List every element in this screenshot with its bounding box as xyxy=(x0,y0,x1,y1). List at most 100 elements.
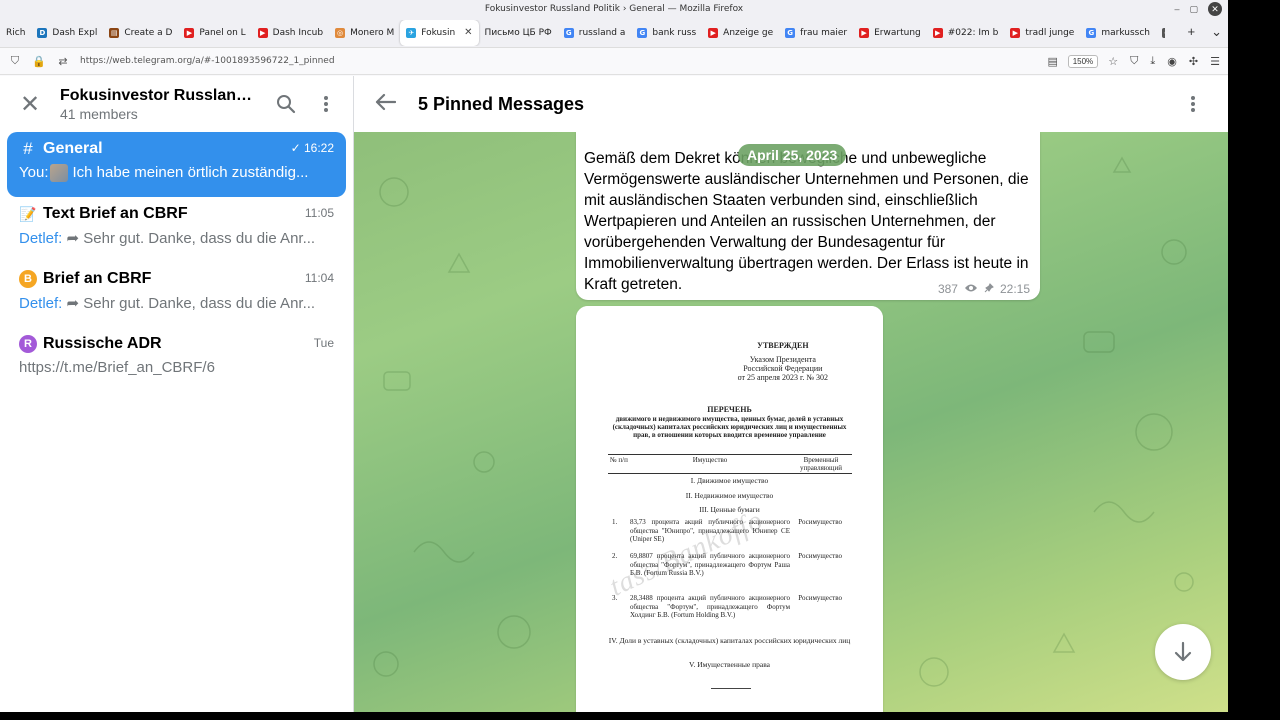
browser-tab[interactable]: ◎ Monero M xyxy=(329,20,400,46)
tab-label: Monero M xyxy=(350,27,395,38)
menu-icon[interactable]: ☰ xyxy=(1210,55,1220,68)
tab-label: bank russ xyxy=(652,27,697,38)
view-count: 387 xyxy=(937,282,958,296)
scroll-down-button[interactable] xyxy=(1155,624,1211,680)
preview-text: Sehr gut. Danke, dass du die Anr... xyxy=(83,230,316,247)
account-icon[interactable]: ◉ xyxy=(1167,55,1177,68)
browser-tab[interactable]: ▶ Panel on L xyxy=(178,20,251,46)
search-icon[interactable] xyxy=(271,89,301,119)
browser-tab[interactable]: Rich xyxy=(0,20,31,46)
browser-tab[interactable]: ▶ Anzeige ge xyxy=(702,20,779,46)
topic-time-value: 11:04 xyxy=(304,271,334,285)
browser-tab[interactable]: Grussland a xyxy=(558,20,632,46)
approved-line: от 25 апреля 2023 г. № 302 xyxy=(737,373,828,382)
tab-favicon-icon: G xyxy=(637,27,648,38)
topic-title-row: # General xyxy=(19,139,334,158)
property-table: № п/п Имущество Временный управляющий xyxy=(608,454,852,474)
topic-icon: 📝 xyxy=(19,205,37,222)
browser-tab[interactable]: ▤ Create a D xyxy=(103,20,178,46)
lock-icon[interactable]: 🔒 xyxy=(32,55,46,68)
window-close-icon[interactable]: ✕ xyxy=(1208,2,1222,16)
approved-block: УТВЕРЖДЕН Указом Президента Российской Ф… xyxy=(738,341,828,382)
zoom-level[interactable]: 150% xyxy=(1067,54,1099,68)
browser-tab[interactable]: ▶ Dash Incub xyxy=(252,20,329,46)
topic-time-value: 11:05 xyxy=(304,206,334,220)
more-vertical-icon[interactable] xyxy=(311,89,341,119)
browser-tab[interactable]: Gbank russ xyxy=(631,20,702,46)
browser-tab[interactable]: Gmarkussch xyxy=(1080,20,1156,46)
bookmark-star-icon[interactable]: ☆ xyxy=(1106,55,1120,68)
signature-line xyxy=(711,688,751,689)
screen-border xyxy=(0,712,1280,720)
extensions-icon[interactable]: ✣ xyxy=(1189,55,1198,68)
reader-view-icon[interactable]: ▤ xyxy=(1046,55,1060,68)
tab-close-icon[interactable]: ✕ xyxy=(464,27,472,38)
tab-favicon-icon: G xyxy=(1086,27,1097,38)
tab-list: Rich D Dash Expl ▤ Create a D ▶ Panel on L ▶ Das… xyxy=(0,19,1165,46)
column-header: Имущество xyxy=(630,454,790,474)
browser-tab[interactable]: ▶ Erwartung xyxy=(853,20,927,46)
url-text[interactable]: https://web.telegram.org/a/#-10018935967… xyxy=(80,56,1038,66)
topic-list: # General ✓ 16:22 You: Ich habe meinen örtli… xyxy=(0,132,353,392)
chat-panel: 5 Pinned Messages Gemäß dem Dekret und u… xyxy=(354,76,1228,712)
maximize-icon[interactable]: ▢ xyxy=(1189,4,1198,15)
browser-tab[interactable]: ▶ tradl junge xyxy=(1004,20,1080,46)
tab-label: russland a xyxy=(578,27,626,38)
back-arrow-icon[interactable] xyxy=(374,91,404,117)
photo-message[interactable]: УТВЕРЖДЕН Указом Президента Российской Ф… xyxy=(576,306,883,712)
document-image[interactable]: УТВЕРЖДЕН Указом Президента Российской Ф… xyxy=(576,306,883,712)
message-time: 22:15 xyxy=(999,282,1030,296)
topic-item[interactable]: R Russische ADR Tue https://t.me/Brief_an_C… xyxy=(7,327,346,392)
list-description: движимого и недвижимого имущества, ценны… xyxy=(612,415,847,439)
screen-border xyxy=(1228,0,1280,720)
tab-strip: Rich D Dash Expl ▤ Create a D ▶ Panel on L ▶ Das… xyxy=(0,18,1228,48)
group-info[interactable]: Fokusinvestor Russland P... 41 members xyxy=(60,87,271,122)
topic-item[interactable]: # General ✓ 16:22 You: Ich habe meinen örtli… xyxy=(7,132,346,197)
tab-label: Create a D xyxy=(124,27,173,38)
topic-preview-row: You: Ich habe meinen örtlich zuständig... xyxy=(19,164,329,183)
url-bar[interactable]: https://web.telegram.org/a/#-10018935967… xyxy=(80,51,1120,71)
preview-sender: Detlef: xyxy=(19,295,63,312)
tab-label: Dash Incub xyxy=(272,27,324,38)
telegram-app: ✕ Fokusinvestor Russland P... 41 members… xyxy=(0,76,1228,712)
tab-label: Письмо ЦБ РФ xyxy=(484,27,552,38)
shield-icon[interactable]: ⛉ xyxy=(8,55,22,68)
browser-tab[interactable]: Письмо ЦБ РФ xyxy=(479,20,558,46)
topic-preview-row: Detlef: ➦ Sehr gut. Danke, dass du die A… xyxy=(19,229,329,247)
pocket-icon[interactable]: ⛉ xyxy=(1130,55,1138,68)
approved-line: Российской Федерации xyxy=(743,364,823,373)
tab-favicon-icon: ▤ xyxy=(109,27,120,38)
permissions-icon[interactable]: ⇄ xyxy=(56,55,70,68)
tab-favicon-icon: ▶ xyxy=(1010,27,1021,38)
browser-tab[interactable]: ⊕Kontakt - c xyxy=(1156,20,1165,46)
tab-label: Fokusin xyxy=(421,27,456,38)
item-desc: 28,3488 процента акций публичного акцион… xyxy=(630,594,790,619)
tab-label: markussch xyxy=(1101,27,1150,38)
tab-favicon-icon: ▶ xyxy=(184,27,195,38)
window-title: Fokusinvestor Russland Politik › General… xyxy=(484,4,744,14)
preview-text: https://t.me/Brief_an_CBRF/6 xyxy=(19,359,215,376)
close-icon[interactable]: ✕ xyxy=(20,90,48,119)
more-vertical-icon[interactable] xyxy=(1178,89,1208,119)
browser-tab[interactable]: ✈ Fokusin ✕ xyxy=(400,19,479,46)
window-titlebar: Fokusinvestor Russland Politik › General… xyxy=(0,0,1228,18)
topic-time: ✓ 16:22 xyxy=(291,141,334,155)
downloads-icon[interactable]: ⤓ xyxy=(1150,55,1155,68)
topic-item[interactable]: B Brief an CBRF 11:04 Detlef: ➦ Sehr gut. D… xyxy=(7,262,346,327)
browser-tab[interactable]: Gfrau maier xyxy=(779,20,853,46)
new-tab-icon[interactable]: + xyxy=(1188,24,1196,40)
topic-title-row: 📝 Text Brief an CBRF xyxy=(19,205,334,223)
browser-tab[interactable]: D Dash Expl xyxy=(31,20,103,46)
topic-preview-row: https://t.me/Brief_an_CBRF/6 xyxy=(19,359,329,376)
forward-icon: ➦ xyxy=(62,230,84,247)
member-count: 41 members xyxy=(60,105,138,122)
topic-name: Brief an CBRF xyxy=(43,270,152,287)
topic-icon: B xyxy=(19,270,37,288)
list-title: ПЕРЕЧЕНЬ движимого и недвижимого имущест… xyxy=(606,406,853,440)
topic-item[interactable]: 📝 Text Brief an CBRF 11:05 Detlef: ➦ Sehr g… xyxy=(7,197,346,262)
section-heading: II. Недвижимое имущество xyxy=(685,491,774,500)
minimize-icon[interactable]: – xyxy=(1174,4,1179,14)
tab-label: Panel on L xyxy=(199,27,246,38)
browser-tab[interactable]: ▶ #022: Im b xyxy=(927,20,1005,46)
tab-list-chevron-icon[interactable]: ⌄ xyxy=(1211,24,1222,40)
